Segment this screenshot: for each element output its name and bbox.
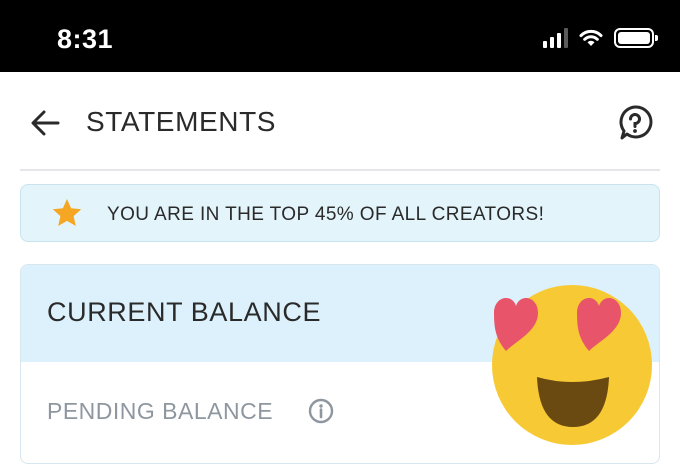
- status-bar: 8:31: [0, 0, 680, 72]
- page-title: STATEMENTS: [86, 106, 277, 137]
- info-icon[interactable]: [308, 398, 334, 424]
- battery-icon: [614, 28, 658, 48]
- star-icon: [52, 199, 82, 226]
- page-header: STATEMENTS: [0, 72, 680, 170]
- back-arrow-icon[interactable]: [28, 106, 62, 140]
- header-divider: [20, 169, 660, 171]
- help-icon[interactable]: [616, 104, 654, 142]
- signal-icon: [543, 28, 568, 48]
- rank-banner: YOU ARE IN THE TOP 45% OF ALL CREATORS!: [20, 184, 660, 242]
- rank-banner-text: YOU ARE IN THE TOP 45% OF ALL CREATORS!: [107, 204, 545, 225]
- status-time: 8:31: [57, 24, 114, 54]
- pending-balance-label: PENDING BALANCE: [47, 398, 274, 424]
- status-icons: [543, 28, 658, 48]
- wifi-icon: [579, 29, 603, 46]
- current-balance-title: CURRENT BALANCE: [47, 297, 322, 327]
- heart-eyes-emoji: [492, 285, 652, 445]
